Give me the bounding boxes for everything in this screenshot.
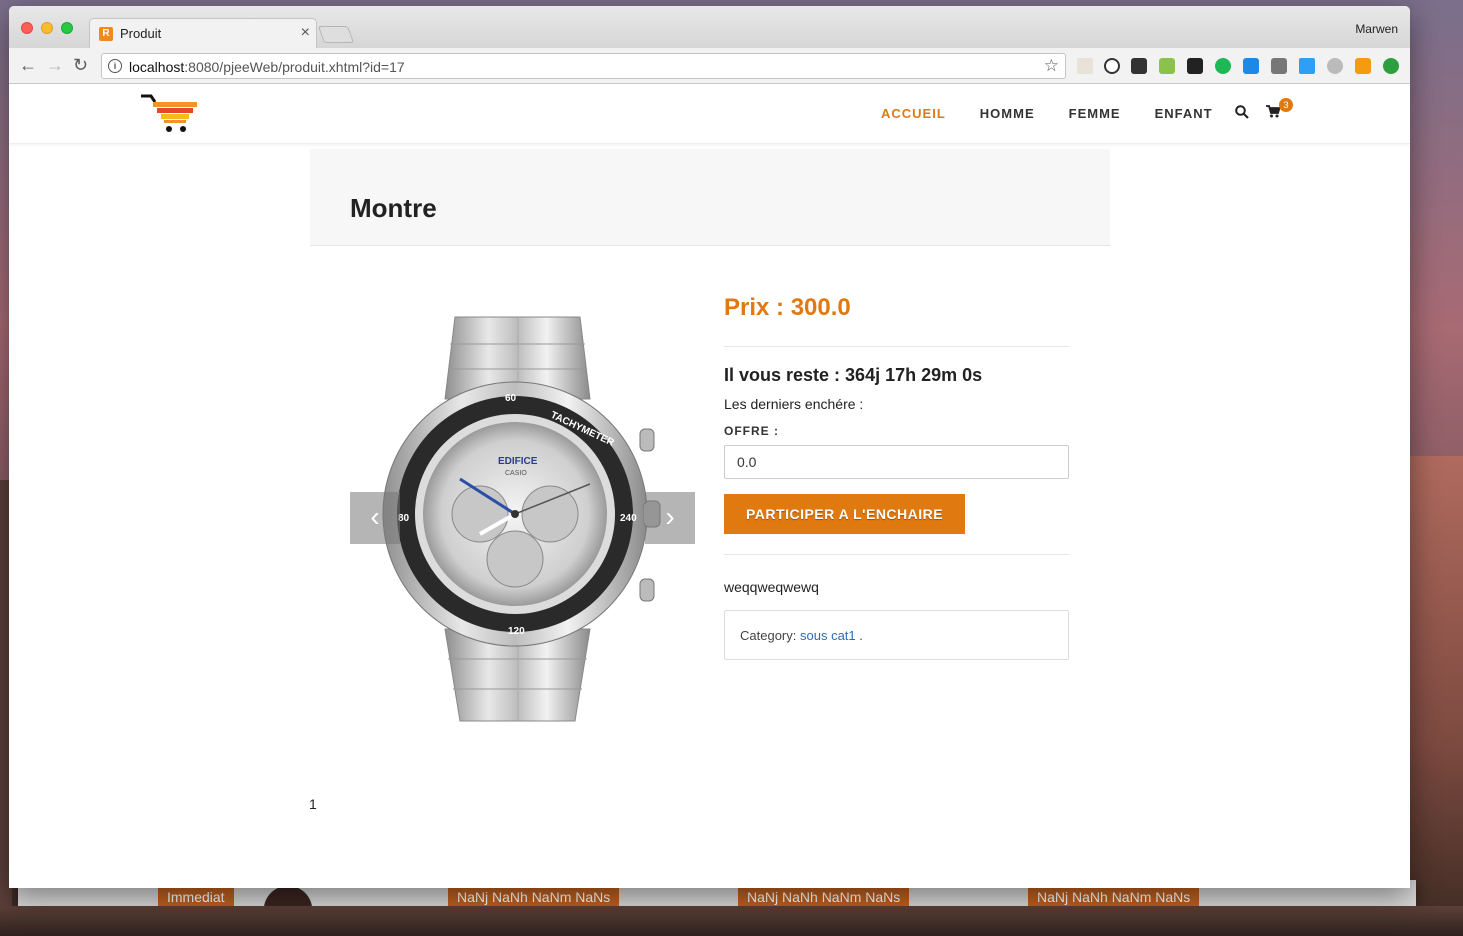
category-label: Category:: [740, 628, 797, 643]
tab-produit[interactable]: R Produit ×: [89, 18, 317, 48]
svg-text:240: 240: [620, 513, 637, 524]
info-icon[interactable]: i: [108, 59, 122, 73]
bookmark-star-icon[interactable]: ☆: [1044, 56, 1059, 76]
close-window-button[interactable]: [21, 22, 33, 34]
url-text[interactable]: localhost:8080/pjeeWeb/produit.xhtml?id=…: [129, 59, 405, 75]
chevron-left-icon: ‹: [370, 501, 380, 532]
category-link[interactable]: sous cat1: [800, 628, 856, 643]
browser-window: R Produit × Marwen ← → ↻ i localhost:808…: [9, 6, 1410, 888]
cart-icon[interactable]: [1266, 105, 1280, 118]
minimize-window-button[interactable]: [41, 22, 53, 34]
page-title: Montre: [350, 193, 437, 223]
gallery-prev-button[interactable]: ‹: [350, 492, 400, 544]
divider: [724, 346, 1069, 347]
extension-icon[interactable]: [1299, 58, 1315, 74]
product-price: Prix : 300.0: [724, 294, 851, 321]
gallery-next-button[interactable]: ›: [645, 492, 695, 544]
pagination-current[interactable]: 1: [309, 796, 317, 812]
android-extension-icon[interactable]: [1159, 58, 1175, 74]
title-bar: R Produit × Marwen: [9, 6, 1410, 48]
site-header: ACCUEIL HOMME FEMME ENFANT 3: [9, 84, 1410, 144]
last-bids-label: Les derniers enchére :: [724, 396, 864, 412]
new-tab-button[interactable]: [317, 26, 355, 43]
address-bar[interactable]: i localhost:8080/pjeeWeb/produit.xhtml?i…: [101, 53, 1066, 79]
forward-arrow-icon[interactable]: →: [46, 55, 64, 76]
offer-input[interactable]: [724, 445, 1069, 479]
pocket-extension-icon[interactable]: [1131, 58, 1147, 74]
nav-accueil[interactable]: ACCUEIL: [881, 106, 946, 121]
participate-auction-button[interactable]: PARTICIPER A L'ENCHAIRE: [724, 494, 966, 534]
product-description: weqqweqwewq: [724, 579, 819, 595]
nav-femme[interactable]: FEMME: [1069, 106, 1121, 121]
divider: [724, 554, 1069, 555]
offer-label: OFFRE :: [724, 424, 779, 438]
tab-title: Produit: [120, 26, 162, 41]
cart-logo-icon[interactable]: [139, 94, 201, 134]
onepassword-extension-icon[interactable]: [1104, 58, 1120, 74]
product-gallery[interactable]: TACHYMETER 80 240 120 60 EDIFICE CASIO ‹: [350, 289, 695, 749]
watch-image: TACHYMETER 80 240 120 60 EDIFICE CASIO: [382, 316, 661, 722]
svg-text:EDIFICE: EDIFICE: [498, 456, 538, 467]
background-badge: NaNj NaNh NaNm NaNs: [448, 886, 620, 908]
svg-text:CASIO: CASIO: [505, 470, 527, 477]
background-badge: NaNj NaNh NaNm NaNs: [1028, 886, 1200, 908]
background-badge: Immediat: [158, 886, 234, 908]
product-info: Prix : 300.0 Il vous reste : 364j 17h 29…: [724, 289, 1069, 660]
category-box: Category: sous cat1 .: [724, 610, 1069, 660]
browser-toolbar: ← → ↻ i localhost:8080/pjeeWeb/produit.x…: [9, 48, 1410, 84]
java-extension-icon[interactable]: [1077, 58, 1093, 74]
shield-extension-icon[interactable]: [1271, 58, 1287, 74]
category-suffix: .: [859, 628, 863, 643]
chevron-right-icon: ›: [665, 501, 675, 532]
search-icon[interactable]: [1235, 105, 1249, 119]
extension-icon[interactable]: [1215, 58, 1231, 74]
reload-icon[interactable]: ↻: [73, 55, 88, 76]
profile-name[interactable]: Marwen: [1355, 22, 1398, 36]
extension-icon[interactable]: [1327, 58, 1343, 74]
desktop-background-bottom: [0, 906, 1463, 936]
back-arrow-icon[interactable]: ←: [19, 55, 37, 76]
extension-icon[interactable]: [1187, 58, 1203, 74]
cart-count-badge: 3: [1279, 98, 1293, 112]
maximize-window-button[interactable]: [61, 22, 73, 34]
auction-countdown: Il vous reste : 364j 17h 29m 0s: [724, 365, 983, 385]
extension-icon[interactable]: [1355, 58, 1371, 74]
extension-icon[interactable]: [1383, 58, 1399, 74]
tab-close-icon[interactable]: ×: [301, 24, 310, 42]
svg-text:120: 120: [508, 626, 525, 637]
background-badge: NaNj NaNh NaNm NaNs: [738, 886, 910, 908]
nav-homme[interactable]: HOMME: [980, 106, 1035, 121]
favicon-icon: R: [99, 27, 113, 41]
page-content: ACCUEIL HOMME FEMME ENFANT 3 Montre TACH…: [9, 84, 1410, 888]
svg-text:60: 60: [505, 393, 517, 404]
extension-icon[interactable]: [1243, 58, 1259, 74]
main-nav: ACCUEIL HOMME FEMME ENFANT: [881, 106, 1247, 121]
title-band: Montre: [310, 149, 1110, 246]
nav-enfant[interactable]: ENFANT: [1155, 106, 1213, 121]
